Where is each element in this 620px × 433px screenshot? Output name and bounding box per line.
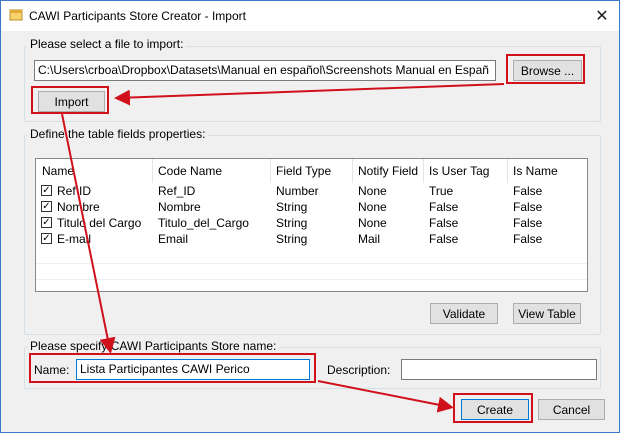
arrow-name-to-create	[317, 380, 454, 413]
annotation-arrows	[61, 83, 505, 413]
arrow-browse-to-import	[114, 83, 505, 106]
arrow-import-to-name	[61, 113, 116, 354]
